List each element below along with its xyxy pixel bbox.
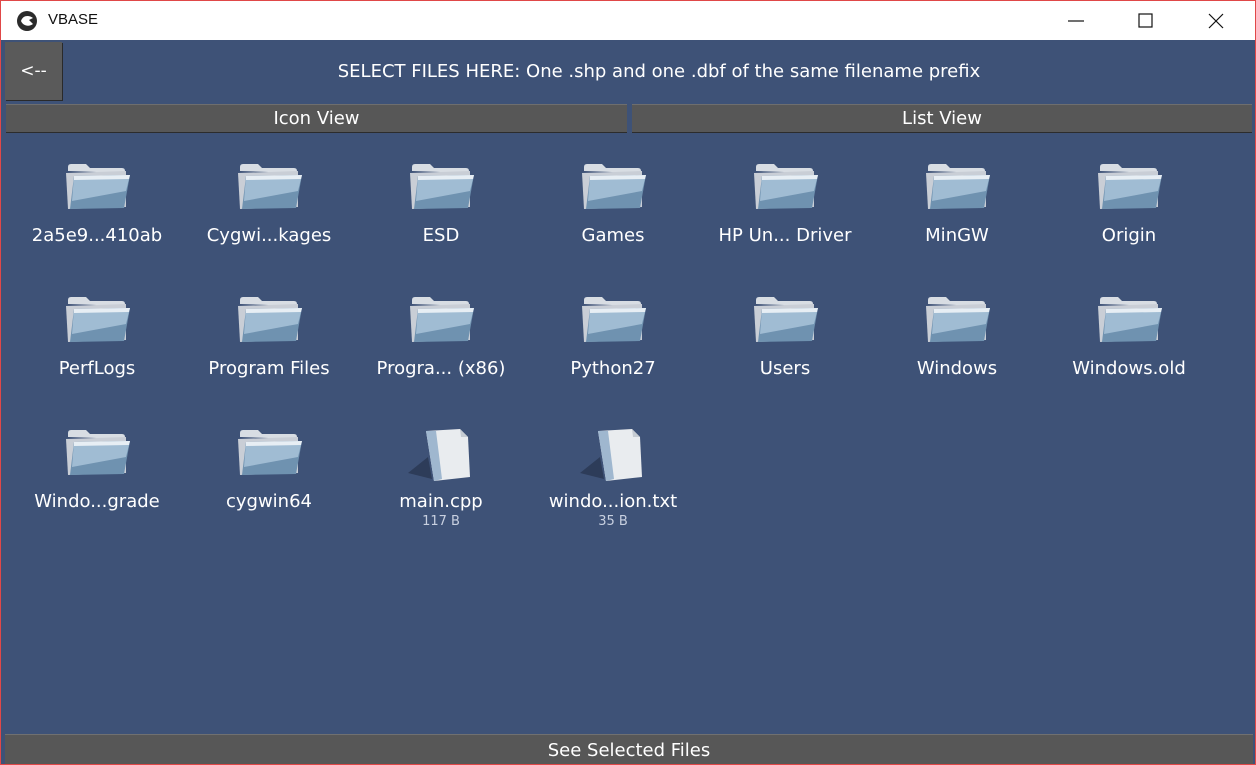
tab-icon-view[interactable]: Icon View — [6, 104, 627, 132]
window-title: VBASE — [48, 11, 99, 28]
item-size: 35 B — [598, 514, 628, 529]
folder-item[interactable]: Users — [700, 274, 870, 384]
item-name: Users — [759, 358, 811, 379]
folder-item[interactable]: Windo...grade — [12, 407, 182, 517]
folder-icon — [922, 161, 992, 213]
item-name: Program Files — [208, 358, 330, 379]
folder-icon — [578, 161, 648, 213]
folder-item[interactable]: Program Files — [184, 274, 354, 384]
item-size: 117 B — [422, 514, 460, 529]
close-icon — [1208, 13, 1224, 29]
folder-item[interactable]: Windows.old — [1044, 274, 1214, 384]
folder-icon — [1094, 161, 1164, 213]
item-name: Windo...grade — [34, 491, 160, 512]
folder-item[interactable]: PerfLogs — [12, 274, 182, 384]
file-item[interactable]: main.cpp 117 B — [356, 407, 526, 529]
folder-icon — [750, 294, 820, 346]
item-name: Cygwi...kages — [206, 225, 332, 246]
item-name: HP Un... Driver — [718, 225, 852, 246]
folder-item[interactable]: HP Un... Driver — [700, 141, 870, 251]
maximize-icon — [1138, 13, 1153, 28]
item-name: PerfLogs — [58, 358, 136, 379]
item-name: ESD — [422, 225, 460, 246]
item-name: cygwin64 — [225, 491, 312, 512]
back-button[interactable]: <-- — [5, 42, 62, 100]
item-name: 2a5e9...410ab — [31, 225, 163, 246]
folder-item[interactable]: 2a5e9...410ab — [12, 141, 182, 251]
folder-icon — [406, 294, 476, 346]
folder-icon — [234, 161, 304, 213]
file-item[interactable]: windo...ion.txt 35 B — [528, 407, 698, 529]
folder-icon — [750, 161, 820, 213]
item-name: Windows.old — [1072, 358, 1186, 379]
minimize-button[interactable] — [1041, 1, 1111, 40]
see-selected-files-button[interactable]: See Selected Files — [5, 734, 1253, 764]
file-icon — [406, 427, 476, 481]
close-button[interactable] — [1181, 1, 1251, 40]
instruction-label: SELECT FILES HERE: One .shp and one .dbf… — [337, 60, 981, 82]
folder-item[interactable]: Python27 — [528, 274, 698, 384]
file-icon — [578, 427, 648, 481]
folder-icon — [922, 294, 992, 346]
folder-item[interactable]: Games — [528, 141, 698, 251]
item-name: MinGW — [925, 225, 989, 246]
folder-item[interactable]: Origin — [1044, 141, 1214, 251]
item-name: Windows — [916, 358, 998, 379]
folder-icon — [578, 294, 648, 346]
folder-item[interactable]: Progra... (x86) — [356, 274, 526, 384]
maximize-button[interactable] — [1111, 1, 1181, 40]
item-name: windo...ion.txt — [548, 491, 678, 512]
folder-item[interactable]: cygwin64 — [184, 407, 354, 517]
folder-item[interactable]: MinGW — [872, 141, 1042, 251]
file-grid: 2a5e9...410ab Cygwi...kages ESD Games HP… — [1, 141, 1255, 731]
item-name: Progra... (x86) — [376, 358, 506, 379]
folder-icon — [234, 427, 304, 479]
folder-icon — [1094, 294, 1164, 346]
item-name: Games — [581, 225, 645, 246]
folder-item[interactable]: ESD — [356, 141, 526, 251]
app-window: VBASE <-- SELECT FILES HERE: One .shp an… — [0, 0, 1256, 765]
folder-item[interactable]: Cygwi...kages — [184, 141, 354, 251]
folder-icon — [406, 161, 476, 213]
item-name: main.cpp — [399, 491, 483, 512]
folder-icon — [62, 427, 132, 479]
folder-icon — [62, 294, 132, 346]
item-name: Origin — [1101, 225, 1157, 246]
folder-icon — [234, 294, 304, 346]
app-logo-icon — [17, 11, 37, 31]
title-bar[interactable]: VBASE — [1, 1, 1255, 40]
folder-icon — [62, 161, 132, 213]
tab-list-view[interactable]: List View — [632, 104, 1252, 132]
minimize-icon — [1068, 20, 1084, 22]
item-name: Python27 — [570, 358, 656, 379]
folder-item[interactable]: Windows — [872, 274, 1042, 384]
